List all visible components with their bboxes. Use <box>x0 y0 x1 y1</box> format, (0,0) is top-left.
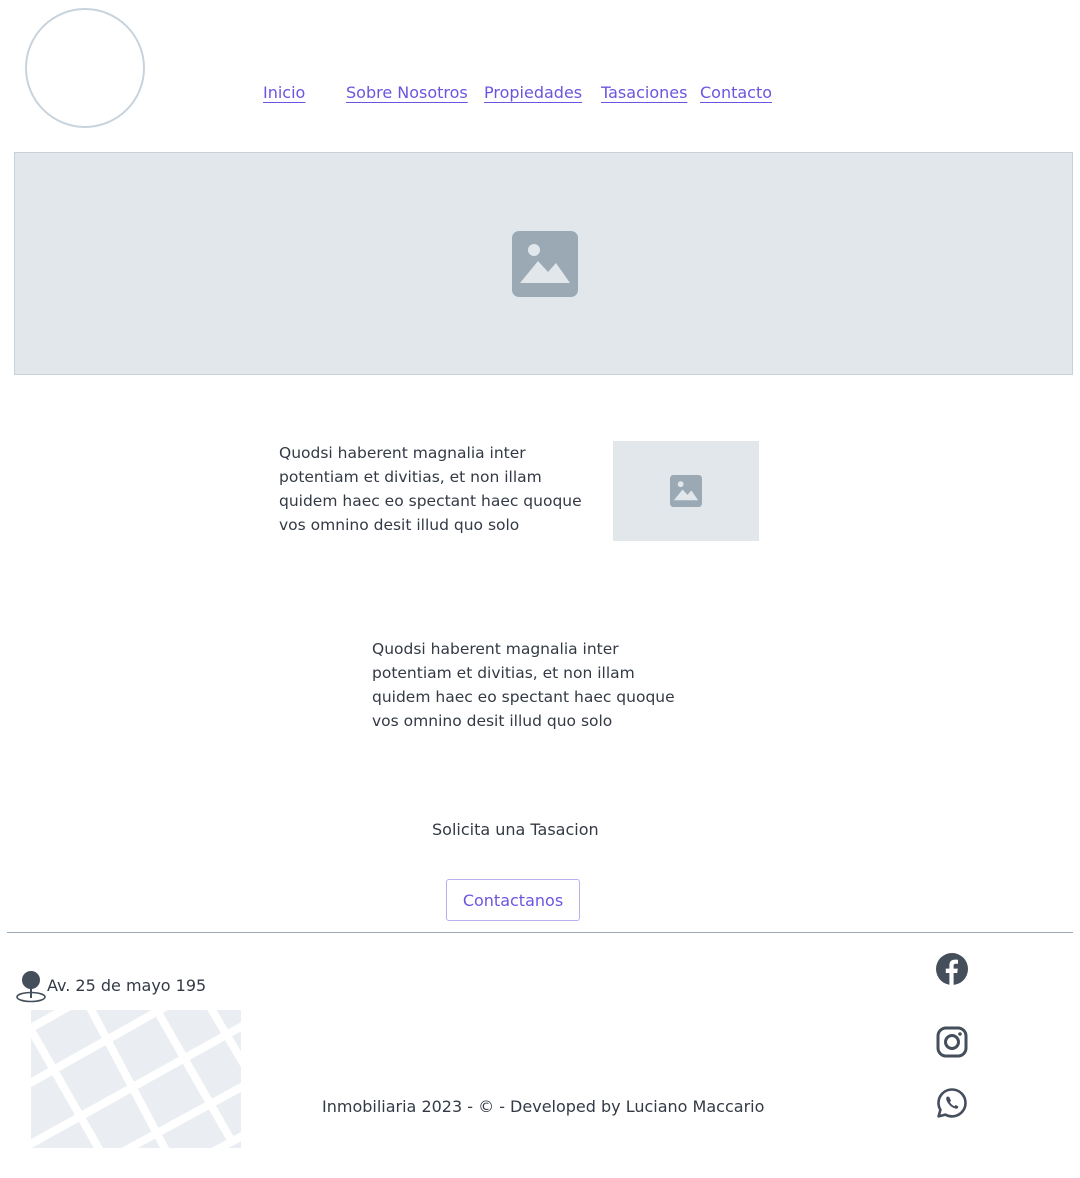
image-icon <box>670 475 702 507</box>
contact-button[interactable]: Contactanos <box>446 879 580 921</box>
secondary-paragraph: Quodsi haberent magnalia inter potentiam… <box>372 640 675 730</box>
logo-placeholder <box>25 8 145 128</box>
map-streets <box>31 1010 241 1148</box>
facebook-icon[interactable] <box>936 953 968 985</box>
whatsapp-icon[interactable] <box>936 1087 968 1119</box>
map-placeholder[interactable] <box>31 1010 241 1148</box>
nav-link-propiedades[interactable]: Propiedades <box>484 83 582 102</box>
intro-paragraph: Quodsi haberent magnalia inter potentiam… <box>279 444 582 534</box>
instagram-icon[interactable] <box>936 1026 968 1058</box>
footer-copyright: Inmobiliaria 2023 - © - Developed by Luc… <box>322 1097 765 1116</box>
nav-link-tasaciones[interactable]: Tasaciones <box>601 83 687 102</box>
location-pin-icon <box>16 971 46 1003</box>
nav-link-contacto[interactable]: Contacto <box>700 83 772 102</box>
hero-image-placeholder <box>14 152 1073 375</box>
nav-link-inicio[interactable]: Inicio <box>263 83 305 102</box>
footer-address: Av. 25 de mayo 195 <box>47 976 207 995</box>
cta-heading: Solicita una Tasacion <box>432 820 599 839</box>
image-icon <box>512 231 578 297</box>
footer-divider <box>7 932 1073 933</box>
content-image-placeholder <box>613 441 759 541</box>
nav-link-sobre-nosotros[interactable]: Sobre Nosotros <box>346 83 468 102</box>
